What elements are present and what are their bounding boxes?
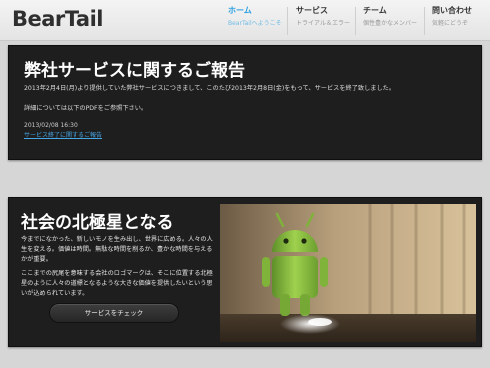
nav-item-home[interactable]: ホーム BearTailへようこそ xyxy=(228,5,282,37)
feature-paragraph: 今までになかった、新しいモノを生み出し、世界に広める。人々の人生を変える。価値は… xyxy=(21,236,213,263)
notice-detail-text: 詳細については以下のPDFをご参照下さい。 xyxy=(24,105,148,112)
nav-divider xyxy=(287,7,288,35)
nav-item-subtitle: トライアル＆エラー xyxy=(296,20,350,27)
nav-item-title: チーム xyxy=(363,6,387,15)
android-photo-image xyxy=(220,204,476,342)
nav-item-subtitle: BearTailへようこそ xyxy=(228,20,282,27)
nav-item-contact[interactable]: 問い合わせ 気軽にどうぞ xyxy=(432,5,472,37)
nav-divider xyxy=(355,7,356,35)
android-photo xyxy=(220,204,476,342)
nav-item-subtitle: 気軽にどうぞ xyxy=(432,20,469,27)
nav-item-services[interactable]: サービス トライアル＆エラー xyxy=(296,5,350,37)
nav-item-team[interactable]: チーム 個性豊かなメンバー xyxy=(363,5,417,37)
check-service-button[interactable]: サービスをチェック xyxy=(49,303,179,323)
feature-paragraph: ここまでの尻尾を意味する会社のロゴマークは、そこに位置する北極星のように人々の道… xyxy=(21,270,213,297)
nav-divider xyxy=(424,7,425,35)
nav-item-subtitle: 個性豊かなメンバー xyxy=(363,20,418,27)
site-logo[interactable]: BearTail xyxy=(12,7,103,31)
site-header: BearTail ホーム BearTailへようこそ サービス トライアル＆エラ… xyxy=(0,0,490,41)
nav-item-title: 問い合わせ xyxy=(432,6,472,15)
notice-panel: 弊社サービスに関するご報告 2013年2月4日(月)より提供していた弊社サービス… xyxy=(8,45,482,160)
feature-panel: 社会の北極星となる 今までになかった、新しいモノを生み出し、世界に広める。人々の… xyxy=(8,197,482,347)
notice-timestamp: 2013/02/08 16:30 xyxy=(24,122,78,129)
notice-title: 弊社サービスに関するご報告 xyxy=(24,61,245,81)
nav-item-title: ホーム xyxy=(228,6,252,15)
feature-title: 社会の北極星となる xyxy=(21,213,174,233)
nav-item-title: サービス xyxy=(296,6,328,15)
notice-pdf-link[interactable]: サービス終了に関するご報告 xyxy=(24,130,102,139)
notice-body-text: 2013年2月4日(月)より提供していた弊社サービスにつきまして、このたび201… xyxy=(24,85,396,92)
